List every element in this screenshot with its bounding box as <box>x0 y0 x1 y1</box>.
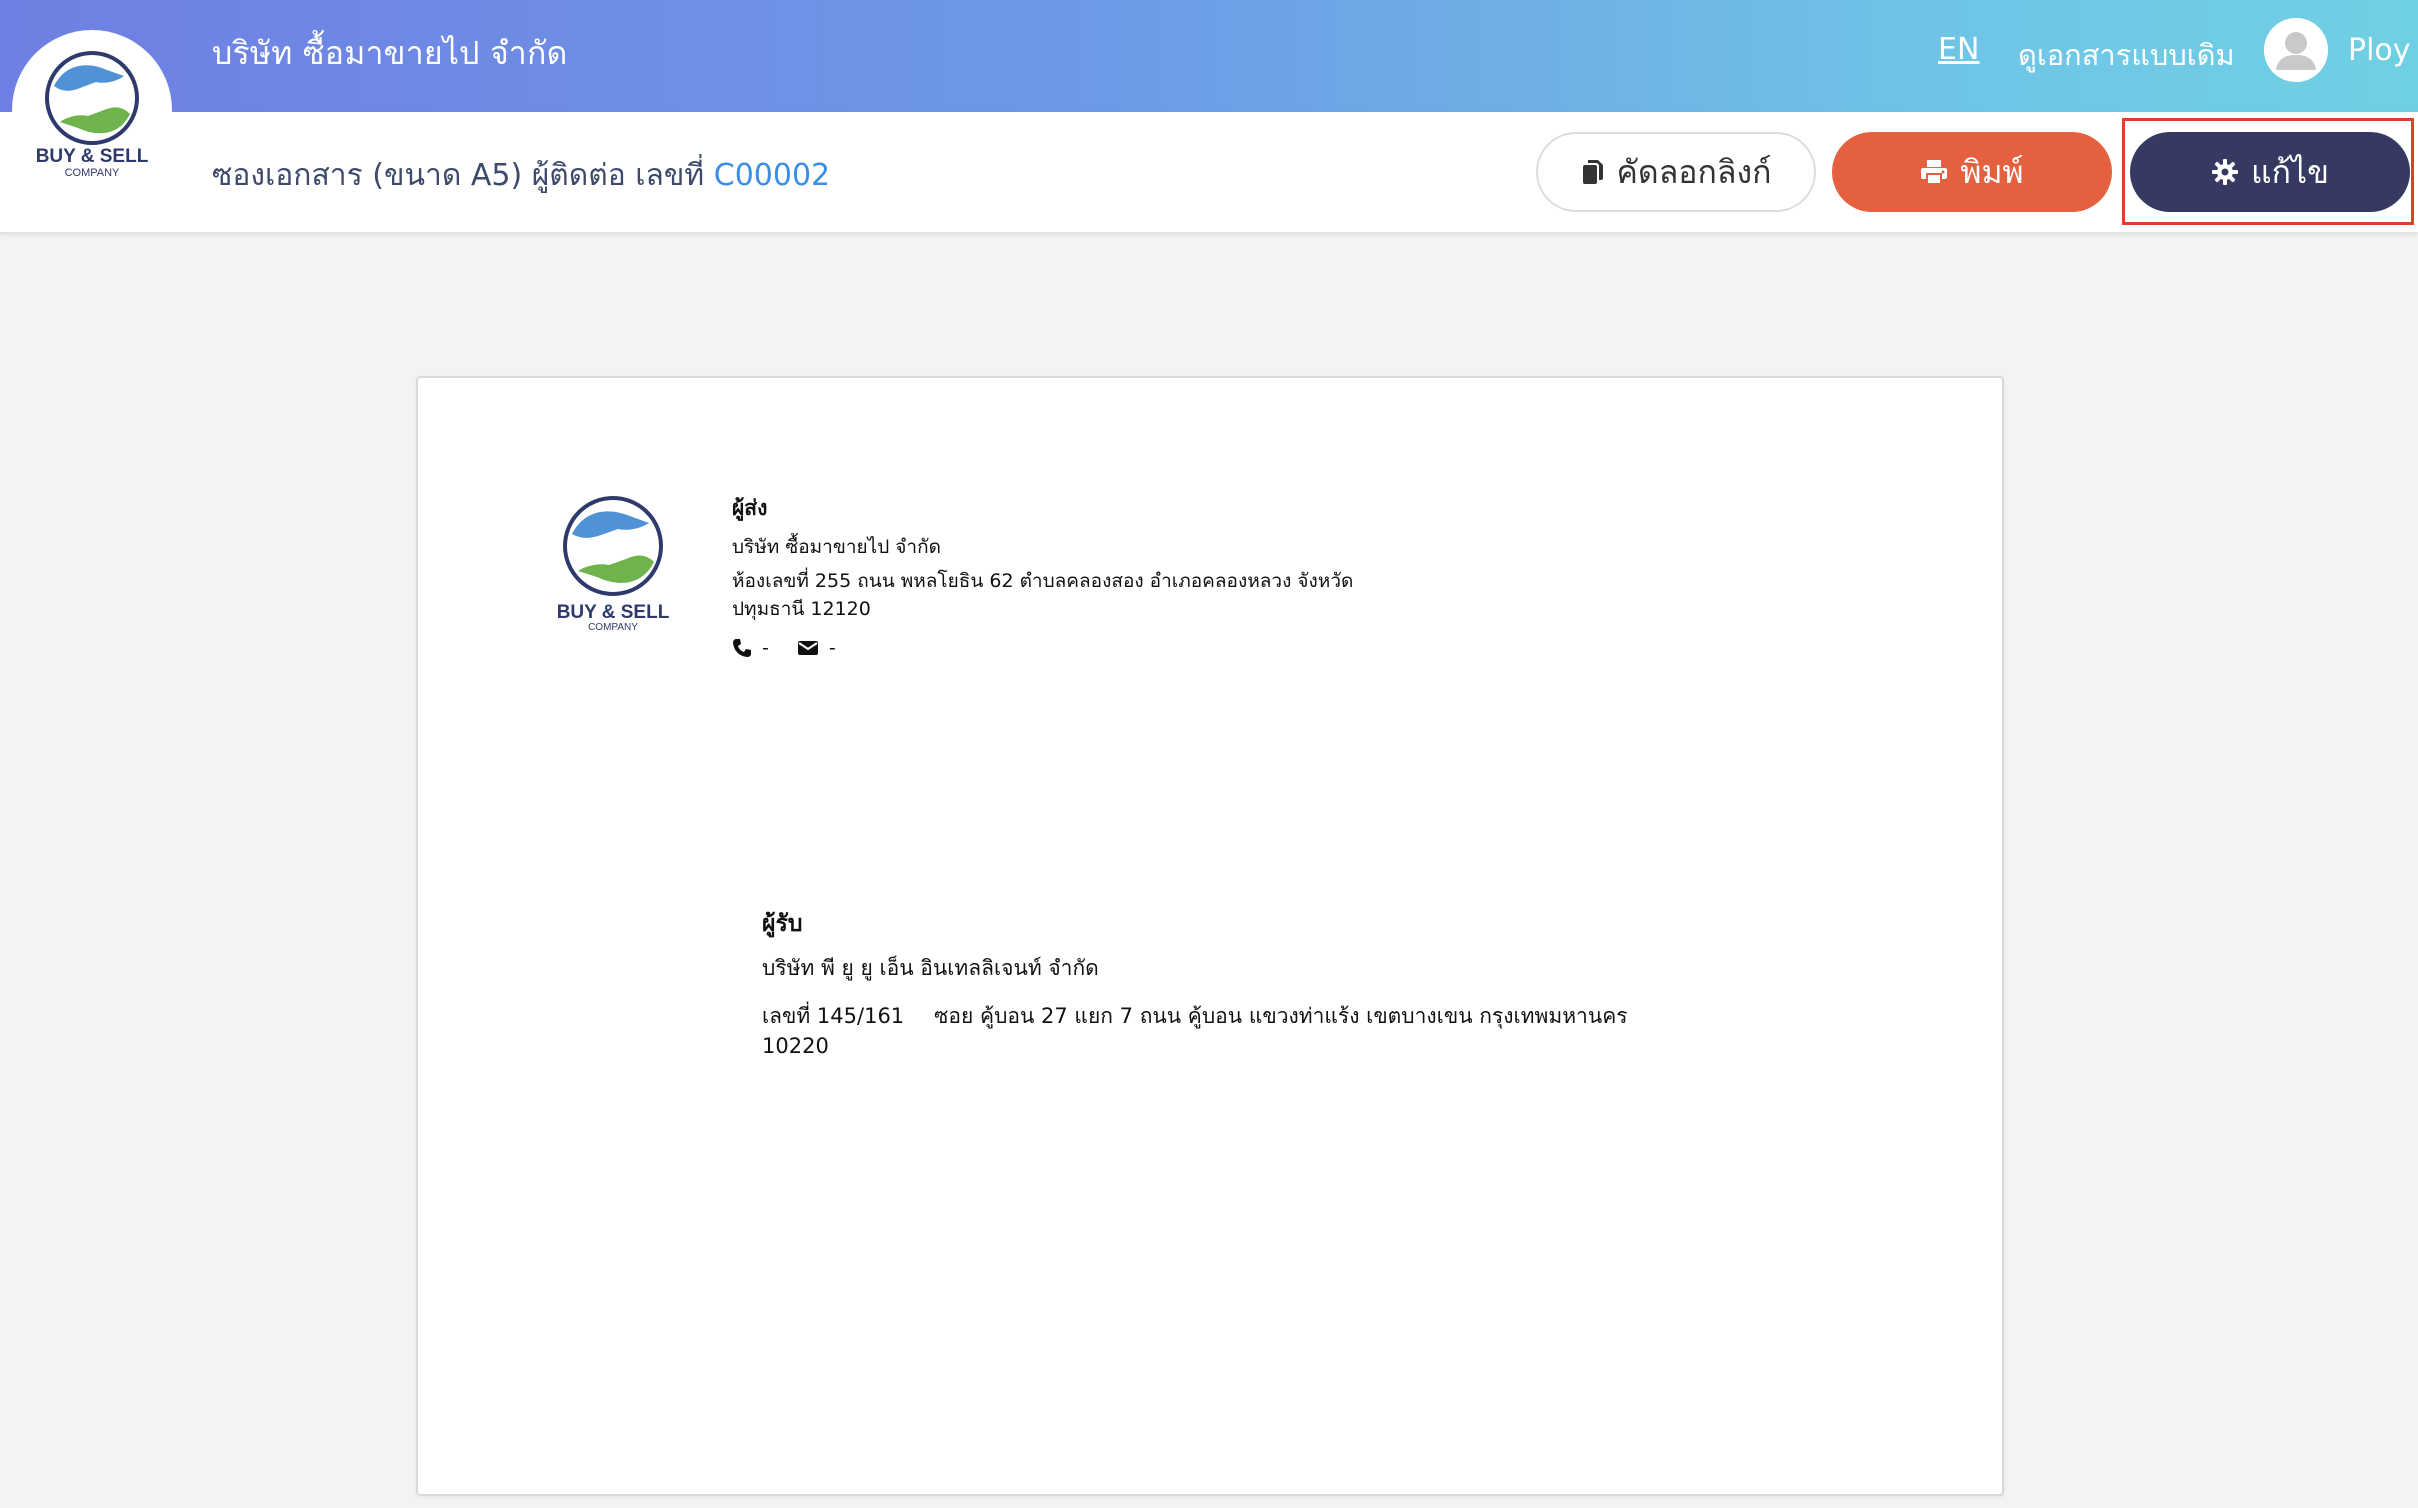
edit-label: แก้ไข <box>2251 152 2329 191</box>
copy-link-label: คัดลอกลิงก์ <box>1616 152 1772 191</box>
sender-section: ผู้ส่ง บริษัท ซื้อมาขายไป จำกัด ห้องเลขท… <box>732 492 1353 659</box>
sender-address-line2: ปทุมธานี 12120 <box>732 598 871 620</box>
document-title: ซองเอกสาร (ขนาด A5) ผู้ติดต่อ เลขที่ C00… <box>212 152 830 199</box>
sender-phone: - <box>762 637 769 659</box>
sender-heading: ผู้ส่ง <box>732 496 768 520</box>
logo-text-sub: COMPANY <box>65 167 120 179</box>
document-toolbar: ซองเอกสาร (ขนาด A5) ผู้ติดต่อ เลขที่ C00… <box>0 112 2418 233</box>
sender-logo: BUY & SELL COMPANY <box>550 494 676 633</box>
phone-icon <box>732 638 752 658</box>
logo-text-main: BUY & SELL <box>36 146 149 167</box>
user-name: Ploy <box>2348 32 2411 68</box>
recipient-section: ผู้รับ บริษัท พี ยู ยู เอ็น อินเทลลิเจนท… <box>762 906 1628 1061</box>
print-label: พิมพ์ <box>1960 152 2024 191</box>
sender-logo-text-main: BUY & SELL <box>557 602 670 623</box>
edit-button[interactable]: แก้ไข <box>2130 132 2410 212</box>
sender-address-line1: ห้องเลขที่ 255 ถนน พหลโยธิน 62 ตำบลคลองส… <box>732 570 1354 592</box>
document-title-text: ซองเอกสาร (ขนาด A5) ผู้ติดต่อ เลขที่ <box>212 158 705 193</box>
envelope-mail-icon <box>797 640 819 656</box>
recipient-heading: ผู้รับ <box>762 911 803 937</box>
user-menu[interactable]: Ploy <box>2264 18 2411 82</box>
sender-contact-row: - - <box>732 637 1353 659</box>
language-switch-link[interactable]: EN <box>1938 32 1979 67</box>
recipient-company: บริษัท พี ยู ยู เอ็น อินเทลลิเจนท์ จำกัด <box>762 956 1099 980</box>
user-avatar-icon <box>2264 18 2328 82</box>
recipient-address: เลขที่ 145/161 ซอย คู้บอน 27 แยก 7 ถนน คู… <box>762 1001 1628 1061</box>
copy-icon <box>1581 158 1605 186</box>
gear-icon <box>2211 158 2239 186</box>
company-logo[interactable]: BUY & SELL COMPANY <box>12 30 172 190</box>
recipient-address-number: เลขที่ 145/161 <box>762 1004 905 1028</box>
sender-company: บริษัท ซื้อมาขายไป จำกัด <box>732 536 941 558</box>
copy-link-button[interactable]: คัดลอกลิงก์ <box>1536 132 1816 212</box>
contact-code-link[interactable]: C00002 <box>714 158 830 193</box>
old-document-view-link[interactable]: ดูเอกสารแบบเดิม <box>2018 32 2235 78</box>
recipient-postal-code: 10220 <box>762 1034 829 1058</box>
sender-logo-text-sub: COMPANY <box>588 622 638 632</box>
print-button[interactable]: พิมพ์ <box>1832 132 2112 212</box>
sender-email: - <box>828 637 836 659</box>
company-name: บริษัท ซื้อมาขายไป จำกัด <box>212 34 568 72</box>
recipient-address-street: ซอย คู้บอน 27 แยก 7 ถนน คู้บอน แขวงท่าแร… <box>934 1004 1628 1028</box>
top-navbar: บริษัท ซื้อมาขายไป จำกัด EN ดูเอกสารแบบเ… <box>0 0 2418 112</box>
envelope-preview: BUY & SELL COMPANY ผู้ส่ง บริษัท ซื้อมาข… <box>416 376 2004 1496</box>
printer-icon <box>1920 159 1948 185</box>
